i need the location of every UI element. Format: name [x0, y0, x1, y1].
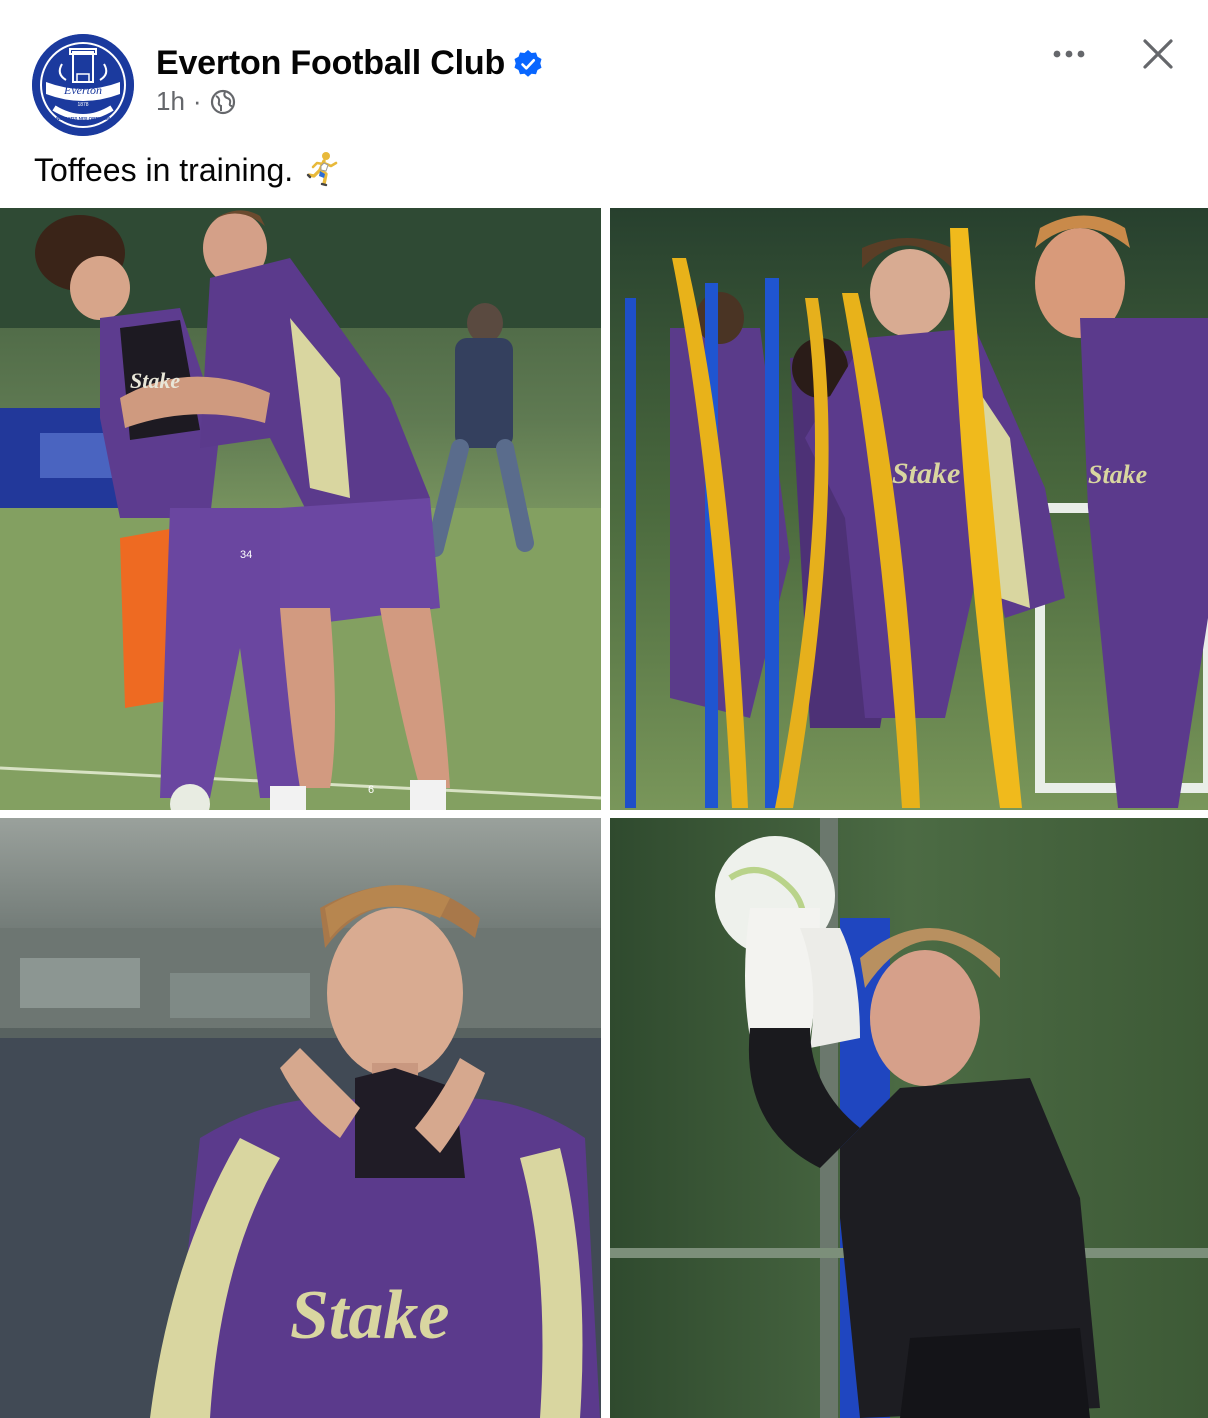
- svg-text:1878: 1878: [77, 102, 88, 108]
- verified-badge-icon: [513, 49, 543, 79]
- close-icon: [1143, 39, 1173, 69]
- runner-icon: [305, 151, 341, 189]
- more-horizontal-icon: [1053, 50, 1085, 58]
- svg-text:6: 6: [368, 784, 374, 796]
- goalkeeper-catching-ball-photo[interactable]: [610, 818, 1208, 1418]
- globe-icon[interactable]: [210, 89, 236, 115]
- caption-text: Toffees in training.: [34, 152, 294, 188]
- more-options-button[interactable]: [1044, 34, 1094, 74]
- svg-text:Stake: Stake: [1088, 460, 1147, 489]
- close-button[interactable]: [1132, 28, 1184, 80]
- meta-separator: ·: [192, 86, 202, 116]
- post-timestamp[interactable]: 1h: [156, 86, 185, 117]
- players-hugging-photo[interactable]: Stake 34 6: [0, 208, 601, 810]
- everton-crest-logo: Everton 1878 NIL SATIS NISI OPTIMUM: [32, 34, 134, 136]
- post-caption: Toffees in training.: [34, 150, 341, 190]
- post-meta: 1h ·: [156, 86, 236, 117]
- player-adjusting-collar-photo[interactable]: Stake: [0, 818, 601, 1418]
- players-running-poles-photo[interactable]: Stake Stake: [610, 208, 1208, 810]
- page-name[interactable]: Everton Football Club: [156, 44, 505, 83]
- svg-text:Stake: Stake: [892, 457, 960, 490]
- svg-text:34: 34: [240, 549, 252, 561]
- svg-text:Stake: Stake: [290, 1277, 449, 1354]
- svg-text:Stake: Stake: [130, 368, 180, 393]
- svg-text:NIL SATIS NISI OPTIMUM: NIL SATIS NISI OPTIMUM: [56, 116, 110, 121]
- page-name-row: Everton Football Club: [156, 44, 543, 83]
- page-avatar[interactable]: Everton 1878 NIL SATIS NISI OPTIMUM: [32, 34, 134, 136]
- post-header: Everton 1878 NIL SATIS NISI OPTIMUM Ever…: [0, 0, 1208, 140]
- svg-text:Everton: Everton: [63, 83, 102, 97]
